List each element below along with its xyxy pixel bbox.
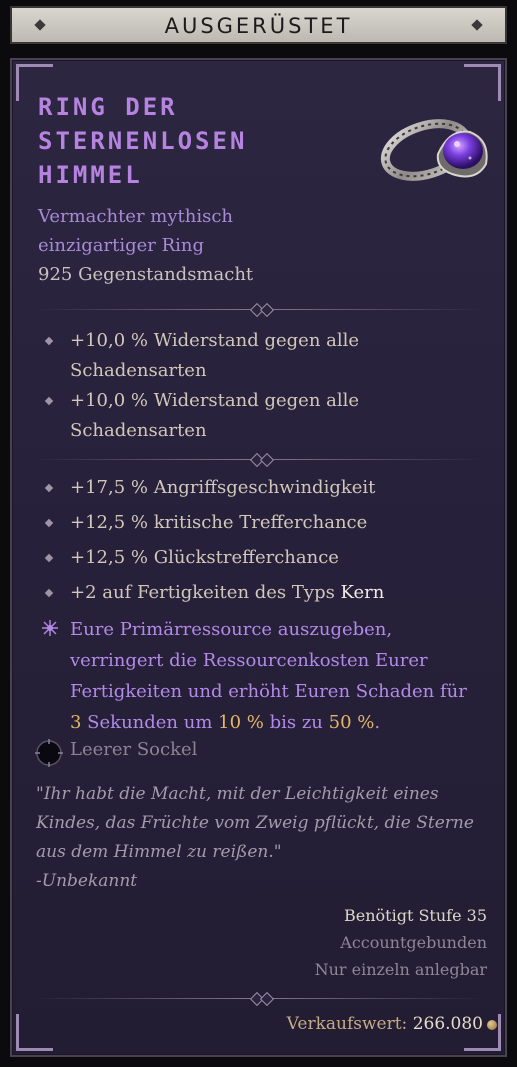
section-divider — [34, 452, 484, 468]
empty-socket-icon — [35, 739, 63, 767]
diamond-bullet-icon — [44, 483, 54, 493]
ring-icon — [380, 119, 488, 181]
affix-row: +2 auf Fertigkeiten des Typs Kern — [44, 578, 486, 608]
item-subtype: Vermachter mythisch einzigartiger Ring — [38, 202, 358, 260]
affix-text: +12,5 % Glückstrefferchance — [70, 547, 339, 568]
diamond-bullet-icon — [44, 396, 54, 406]
section-divider — [34, 302, 484, 318]
affix-row: +17,5 % Angriffsgeschwindigkeit — [44, 473, 486, 503]
affix-text: +2 auf Fertigkeiten des Typs Kern — [70, 582, 385, 603]
unique-power-text: Eure Primärressource auszugeben, verring… — [70, 619, 467, 733]
corner-ornament — [464, 64, 501, 101]
unique-power: Eure Primärressource auszugeben, verring… — [42, 614, 486, 738]
implicit-affix: +10,0 % Widerstand gegen alle Schadensart… — [44, 326, 486, 386]
affix-text: +10,0 % Widerstand gegen alle Schadensart… — [70, 330, 360, 381]
affix-text: +17,5 % Angriffsgeschwindigkeit — [70, 477, 376, 498]
item-power: 925 Gegenstandsmacht — [38, 264, 254, 285]
section-divider — [34, 991, 484, 1007]
diamond-bullet-icon — [44, 553, 54, 563]
item-name-line: STERNENLOSEN — [38, 127, 248, 155]
item-subtype-line: einzigartiger Ring — [38, 235, 205, 256]
skill-keyword: Kern — [340, 582, 385, 603]
unique-equipped-label: Nur einzeln anlegbar — [314, 960, 487, 979]
affix-text: +10,0 % Widerstand gegen alle Schadensart… — [70, 390, 360, 441]
implicit-affix: +10,0 % Widerstand gegen alle Schadensart… — [44, 386, 486, 446]
level-requirement: Benötigt Stufe 35 — [344, 906, 487, 925]
item-subtype-line: Vermachter mythisch — [38, 206, 234, 227]
flavor-text: "Ihr habt die Macht, mit der Leichtigkei… — [36, 780, 476, 896]
sell-label: Verkaufswert: — [286, 1014, 408, 1034]
unique-power-icon — [42, 620, 58, 636]
flavor-attribution: -Unbekannt — [36, 871, 138, 891]
sell-amount: 266.080 — [412, 1014, 483, 1034]
diamond-bullet-icon — [44, 336, 54, 346]
account-bound-label: Accountgebunden — [340, 933, 487, 952]
diamond-bullet-icon — [44, 588, 54, 598]
socket-label: Leerer Sockel — [70, 739, 198, 760]
item-name: RING DER STERNENLOSEN HIMMEL — [38, 90, 368, 192]
sell-value: Verkaufswert: 266.080 — [287, 1014, 497, 1034]
equipped-title: AUSGERÜSTET — [164, 14, 353, 38]
equipped-tab: AUSGERÜSTET — [10, 6, 507, 44]
affix-row: +12,5 % kritische Trefferchance — [44, 508, 486, 538]
item-name-line: HIMMEL — [38, 161, 143, 189]
item-name-line: RING DER — [38, 93, 178, 121]
diamond-bullet-icon — [44, 518, 54, 528]
corner-ornament — [16, 1014, 53, 1051]
gold-coin-icon — [487, 1019, 497, 1030]
affix-text: +12,5 % kritische Trefferchance — [70, 512, 368, 533]
affix-row: +12,5 % Glückstrefferchance — [44, 543, 486, 573]
